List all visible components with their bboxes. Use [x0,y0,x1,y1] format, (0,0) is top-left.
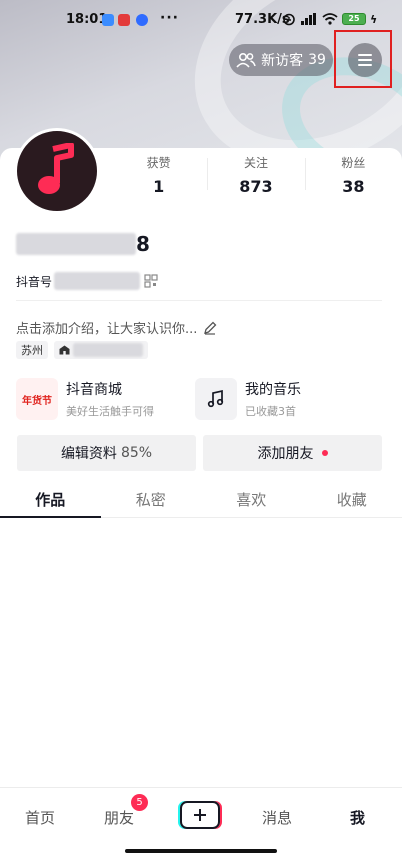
music-title: 我的音乐 [245,382,301,398]
new-visitors-button[interactable]: 新访客 39 [229,44,333,76]
redacted-school [73,343,143,357]
tab-likes[interactable]: 喜欢 [201,484,302,517]
app-notification-icon [102,14,114,26]
bio[interactable]: 点击添加介绍，让大家认识你... [16,318,217,337]
wifi-icon [322,13,338,25]
school-tag[interactable] [54,341,148,359]
douyin-mall-entry[interactable]: 年货节 抖音商城 美好生活触手可得 [16,378,154,420]
location-label: 苏州 [21,344,43,357]
stat-likes[interactable]: 获赞 1 [110,150,207,200]
mall-title: 抖音商城 [66,382,122,398]
alarm-icon [283,13,295,26]
charging-icon: ϟ [370,12,378,26]
stat-label: 粉丝 [341,156,366,170]
redacted-username [16,233,136,255]
visitor-count: 39 [308,52,326,68]
music-subtitle: 已收藏3首 [245,405,296,418]
visitor-label: 新访客 [261,53,304,69]
more-notifications-icon: ··· [160,10,179,26]
qr-code-icon[interactable] [144,274,158,288]
edit-pencil-icon [204,321,217,335]
app-notification-icon [118,14,130,26]
tab-works[interactable]: 作品 [0,484,101,518]
stat-following[interactable]: 关注 873 [207,150,304,200]
add-friend-label: 添加朋友 [257,446,314,462]
douyin-id-label: 抖音号 [16,274,53,289]
app-notification-icon [136,14,148,26]
school-icon [59,345,70,355]
redacted-id [54,272,141,290]
stat-label: 关注 [243,156,268,170]
profile-stats: 获赞 1 关注 873 粉丝 38 [110,150,402,200]
divider [16,300,382,301]
profile-tags: 苏州 [16,341,148,359]
douyin-id[interactable]: 抖音号 [16,272,158,290]
add-friend-button[interactable]: 添加朋友 [203,435,382,471]
nav-me[interactable]: 我 [350,807,365,828]
mall-icon-text: 年货节 [22,395,52,407]
stat-label: 获赞 [146,156,171,170]
stat-value: 873 [239,177,273,196]
username-visible-part: 8 [136,232,150,256]
mall-subtitle: 美好生活触手可得 [66,405,154,418]
music-note-icon [38,143,74,194]
stat-value: 1 [153,177,165,196]
avatar[interactable] [14,128,100,214]
stat-value: 38 [342,177,365,196]
bottom-navigation: 首页 朋友 5 消息 我 [0,787,402,855]
create-post-button[interactable] [180,801,220,829]
my-music-entry[interactable]: 我的音乐 已收藏3首 [195,378,301,420]
battery-icon: 25 [342,13,366,25]
nav-friends[interactable]: 朋友 [104,807,134,828]
music-icon [195,378,237,420]
location-tag[interactable]: 苏州 [16,341,48,359]
signal-icon [301,13,316,25]
edit-profile-percent: 85% [120,445,153,461]
home-indicator [125,849,277,853]
tab-private[interactable]: 私密 [101,484,202,517]
people-icon [236,52,256,68]
nav-home[interactable]: 首页 [25,807,55,828]
mall-festival-icon: 年货节 [16,378,58,420]
content-tabs: 作品 私密 喜欢 收藏 [0,484,402,518]
friends-badge: 5 [131,794,148,811]
highlight-box [334,30,392,88]
edit-profile-button[interactable]: 编辑资料 85% [17,435,196,471]
nav-messages[interactable]: 消息 [262,807,292,828]
edit-profile-label: 编辑资料 [60,446,117,462]
plus-icon [194,809,206,821]
music-note-icon [207,389,224,408]
stat-followers[interactable]: 粉丝 38 [304,150,402,200]
tab-favorites[interactable]: 收藏 [302,484,402,517]
username: 8 [16,232,150,256]
bio-placeholder: 点击添加介绍，让大家认识你... [16,322,198,337]
notification-dot [321,450,328,456]
